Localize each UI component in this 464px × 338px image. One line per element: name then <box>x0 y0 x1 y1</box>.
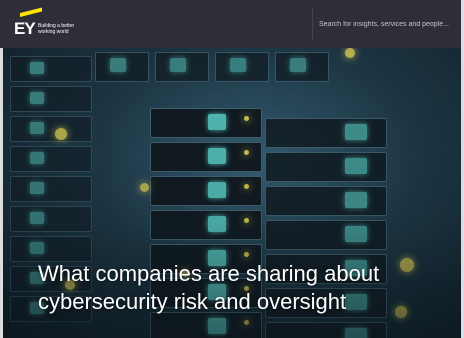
ey-logo-icon[interactable]: EY Building a better working world <box>14 7 94 41</box>
logo-tagline: Building a better working world <box>38 23 75 35</box>
hero-banner: What companies are sharing about cyberse… <box>0 48 464 338</box>
site-header: EY Building a better working world <box>0 0 464 48</box>
frame-edge-left <box>0 48 3 338</box>
logo-beam <box>20 7 42 17</box>
page-frame: EY Building a better working world What … <box>0 0 464 338</box>
hero-headline[interactable]: What companies are sharing about cyberse… <box>38 260 438 316</box>
search-input[interactable] <box>313 8 464 40</box>
headline-line-2: cybersecurity risk and oversight <box>38 289 347 314</box>
headline-line-1: What companies are sharing about <box>38 261 380 286</box>
logo-text: EY <box>14 19 36 38</box>
